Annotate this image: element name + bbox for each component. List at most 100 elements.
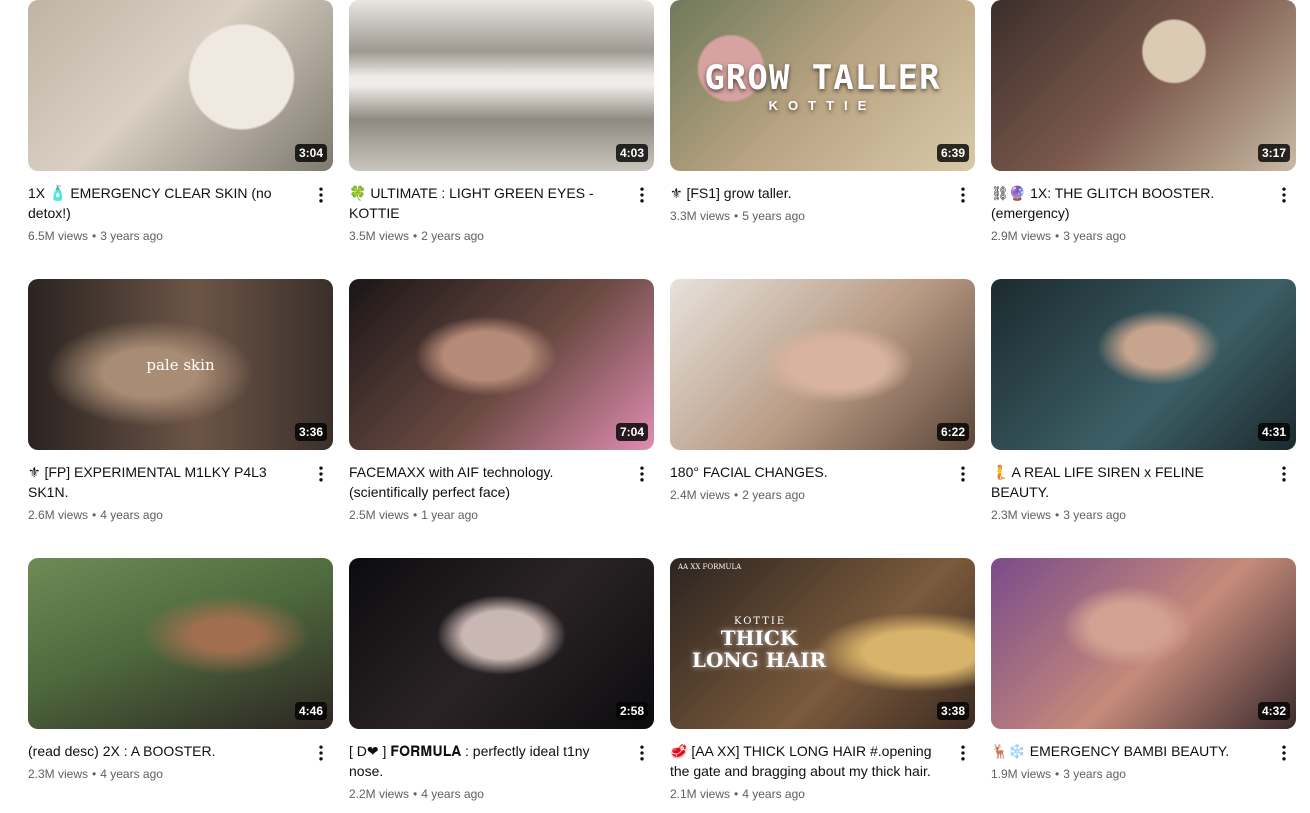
thumbnail-caption-sub: KOTTIE [734,616,787,627]
video-title[interactable]: 🥩 [AA XX] THICK LONG HAIR #.opening the … [670,741,941,781]
thumbnail-caption: KOTTIE THICK LONG HAIR [670,558,975,729]
video-thumbnail[interactable]: 2:58 [349,558,654,729]
more-vertical-icon [319,187,323,203]
separator-dot: • [734,209,739,223]
separator-dot: • [1055,767,1060,781]
video-card[interactable]: 4:31 🧜 A REAL LIFE SIREN x FELINE BEAUTY… [991,279,1296,524]
separator-dot: • [1055,508,1060,522]
more-vertical-icon [319,466,323,482]
view-count: 6.5M views [28,229,89,243]
upload-age: 5 years ago [742,209,805,223]
view-count: 2.3M views [28,767,89,781]
video-stats: 1.9M views • 3 years ago [991,765,1262,783]
video-meta: 180° FACIAL CHANGES. 2.4M views • 2 years … [670,462,975,504]
more-actions-button[interactable] [951,741,975,765]
duration-badge: 3:17 [1257,144,1290,162]
video-meta: ⚜ [FP] EXPERIMENTAL M1LKY P4L3 SK1N. 2.6… [28,462,333,524]
video-meta: 1X 🧴 EMERGENCY CLEAR SKIN (no detox!) 6.… [28,183,333,245]
view-count: 2.4M views [670,488,731,502]
duration-badge: 6:39 [936,144,969,162]
duration-badge: 6:22 [936,423,969,441]
video-card[interactable]: 6:22 180° FACIAL CHANGES. 2.4M views • 2 y… [670,279,975,504]
separator-dot: • [92,508,97,522]
upload-age: 3 years ago [100,229,163,243]
duration-badge: 4:46 [294,702,327,720]
video-thumbnail[interactable]: 4:03 [349,0,654,171]
more-actions-button[interactable] [630,462,654,486]
upload-age: 3 years ago [1063,229,1126,243]
video-grid: 3:04 1X 🧴 EMERGENCY CLEAR SKIN (no detox… [0,0,1310,813]
more-vertical-icon [1282,187,1286,203]
video-card[interactable]: 3:04 1X 🧴 EMERGENCY CLEAR SKIN (no detox… [28,0,333,245]
more-actions-button[interactable] [951,183,975,207]
video-meta: 🥩 [AA XX] THICK LONG HAIR #.opening the … [670,741,975,803]
video-card[interactable]: AA XX FORMULA KOTTIE THICK LONG HAIR 3:3… [670,558,975,803]
video-card[interactable]: pale skin 3:36 ⚜ [FP] EXPERIMENTAL M1LKY… [28,279,333,524]
video-title[interactable]: ⚜ [FS1] grow taller. [670,183,941,203]
video-thumbnail[interactable]: 6:22 [670,279,975,450]
view-count: 2.9M views [991,229,1052,243]
video-card[interactable]: 7:04 FACEMAXX with AIF technology. (scie… [349,279,654,524]
video-card[interactable]: 4:03 🍀 ULTIMATE : LIGHT GREEN EYES - KOT… [349,0,654,245]
video-thumbnail[interactable]: 4:32 [991,558,1296,729]
more-actions-button[interactable] [951,462,975,486]
duration-badge: 3:38 [936,702,969,720]
video-meta: 🦌❄️ EMERGENCY BAMBI BEAUTY. 1.9M views • 3… [991,741,1296,783]
video-card[interactable]: 2:58 [ D❤ ] 𝐅𝐎𝐑𝐌𝐔𝐋𝐀 : perfectly ideal t1… [349,558,654,803]
video-thumbnail[interactable]: 3:04 [28,0,333,171]
video-thumbnail[interactable]: pale skin 3:36 [28,279,333,450]
video-stats: 2.5M views • 1 year ago [349,506,620,524]
video-thumbnail[interactable]: 4:31 [991,279,1296,450]
view-count: 2.3M views [991,508,1052,522]
video-meta: [ D❤ ] 𝐅𝐎𝐑𝐌𝐔𝐋𝐀 : perfectly ideal t1ny no… [349,741,654,803]
video-thumbnail[interactable]: 3:17 [991,0,1296,171]
more-actions-button[interactable] [1272,741,1296,765]
more-actions-button[interactable] [309,741,333,765]
video-title[interactable]: ⚜ [FP] EXPERIMENTAL M1LKY P4L3 SK1N. [28,462,299,502]
upload-age: 3 years ago [1063,508,1126,522]
separator-dot: • [92,767,97,781]
more-vertical-icon [961,466,965,482]
video-thumbnail[interactable]: GROW TALLER KOTTIE 6:39 [670,0,975,171]
separator-dot: • [413,787,418,801]
more-actions-button[interactable] [1272,183,1296,207]
video-title[interactable]: 🦌❄️ EMERGENCY BAMBI BEAUTY. [991,741,1262,761]
video-meta: 🧜 A REAL LIFE SIREN x FELINE BEAUTY. 2.3… [991,462,1296,524]
separator-dot: • [1055,229,1060,243]
video-stats: 2.3M views • 3 years ago [991,506,1262,524]
video-card[interactable]: 4:32 🦌❄️ EMERGENCY BAMBI BEAUTY. 1.9M vi… [991,558,1296,783]
view-count: 3.3M views [670,209,731,223]
more-actions-button[interactable] [309,183,333,207]
video-title[interactable]: FACEMAXX with AIF technology. (scientifi… [349,462,620,502]
video-title[interactable]: 🧜 A REAL LIFE SIREN x FELINE BEAUTY. [991,462,1262,502]
video-card[interactable]: GROW TALLER KOTTIE 6:39 ⚜ [FS1] grow tal… [670,0,975,225]
more-actions-button[interactable] [1272,462,1296,486]
more-actions-button[interactable] [630,183,654,207]
view-count: 2.2M views [349,787,410,801]
video-title[interactable]: 180° FACIAL CHANGES. [670,462,941,482]
more-vertical-icon [640,466,644,482]
more-actions-button[interactable] [630,741,654,765]
video-thumbnail[interactable]: 7:04 [349,279,654,450]
video-stats: 2.4M views • 2 years ago [670,486,941,504]
video-thumbnail[interactable]: AA XX FORMULA KOTTIE THICK LONG HAIR 3:3… [670,558,975,729]
view-count: 2.1M views [670,787,731,801]
upload-age: 4 years ago [742,787,805,801]
video-thumbnail[interactable]: 4:46 [28,558,333,729]
duration-badge: 3:36 [294,423,327,441]
separator-dot: • [92,229,97,243]
thumbnail-corner-label: AA XX FORMULA [678,563,742,571]
video-card[interactable]: 4:46 (read desc) 2X : A BOOSTER. 2.3M vi… [28,558,333,783]
separator-dot: • [734,488,739,502]
video-title[interactable]: [ D❤ ] 𝐅𝐎𝐑𝐌𝐔𝐋𝐀 : perfectly ideal t1ny no… [349,741,620,781]
video-card[interactable]: 3:17 ⛓🔮 1X: THE GLITCH BOOSTER. (emergen… [991,0,1296,245]
view-count: 1.9M views [991,767,1052,781]
more-vertical-icon [319,745,323,761]
more-vertical-icon [1282,466,1286,482]
video-title[interactable]: ⛓🔮 1X: THE GLITCH BOOSTER. (emergency) [991,183,1262,223]
video-title[interactable]: 🍀 ULTIMATE : LIGHT GREEN EYES - KOTTIE [349,183,620,223]
thumbnail-caption-title: pale skin [146,355,215,374]
video-title[interactable]: (read desc) 2X : A BOOSTER. [28,741,299,761]
video-title[interactable]: 1X 🧴 EMERGENCY CLEAR SKIN (no detox!) [28,183,299,223]
more-actions-button[interactable] [309,462,333,486]
